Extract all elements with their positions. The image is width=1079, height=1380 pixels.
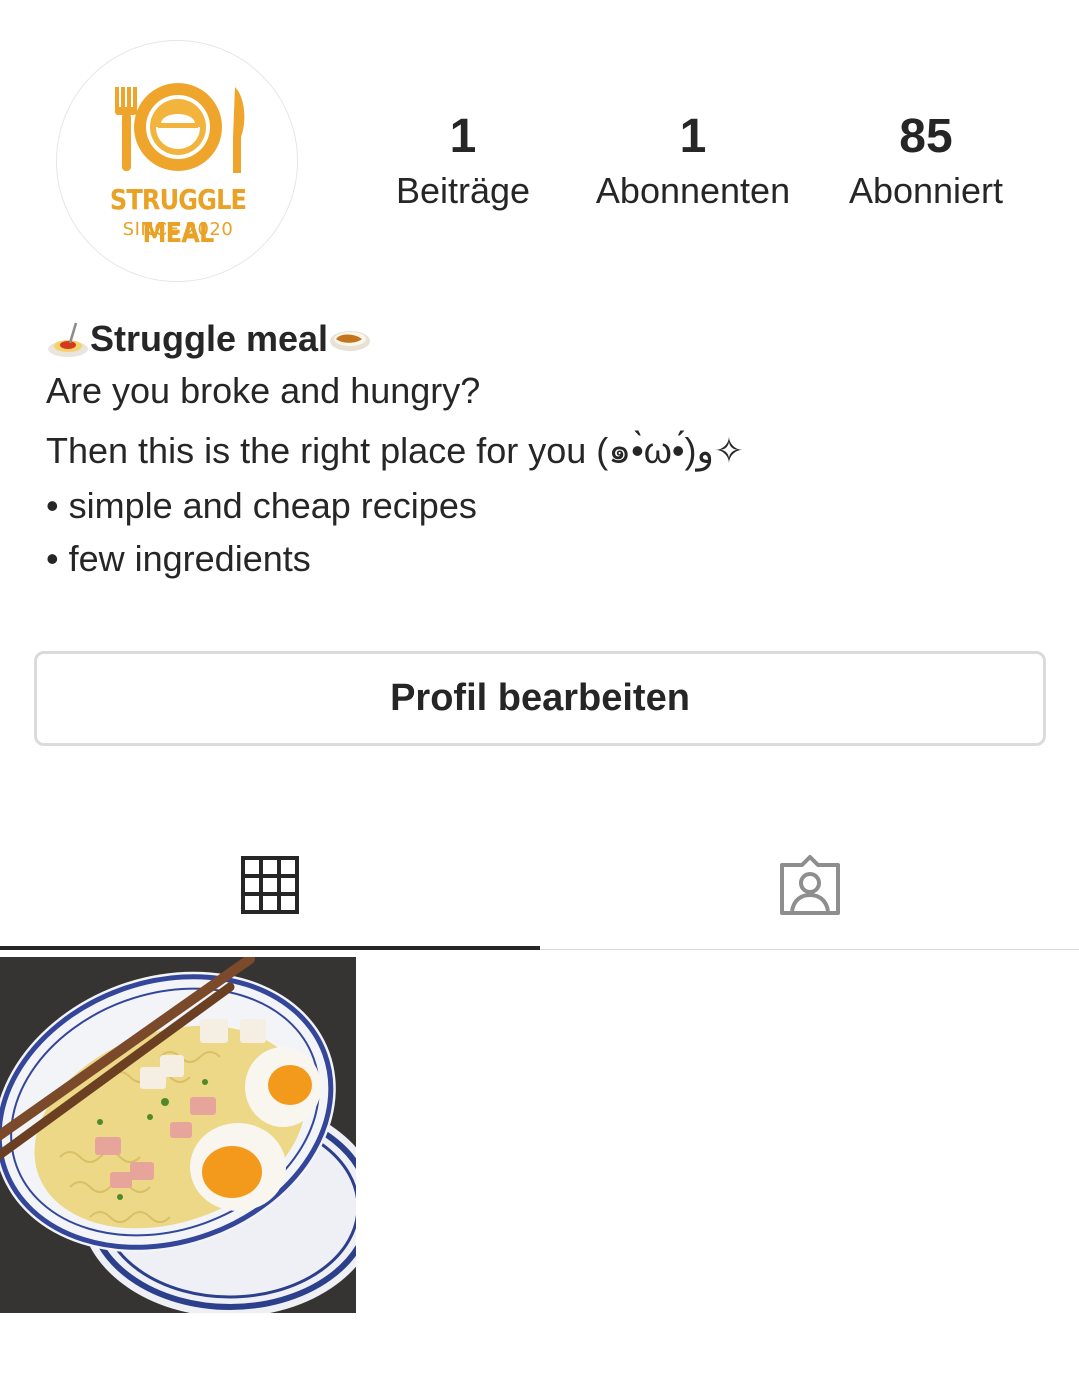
stat-posts[interactable]: 1 Beiträge [348, 108, 578, 214]
curry-rice-emoji-icon [330, 331, 371, 351]
avatar-tagline-text: SINCE 2020 [122, 219, 234, 240]
bio-line-3: • simple and cheap recipes [46, 485, 477, 526]
stat-following[interactable]: 85 Abonniert [811, 108, 1041, 214]
tagged-person-icon [779, 855, 840, 915]
ramen-bowl-photo-icon [0, 957, 356, 1313]
bio-line-2: Then this is the right place for you (๑•… [46, 430, 744, 471]
active-tab-indicator [0, 946, 540, 950]
posts-label: Beiträge [395, 170, 531, 211]
followers-label: Abonnenten [595, 170, 791, 211]
tab-tagged[interactable] [540, 820, 1079, 950]
post-thumbnail-ramen[interactable] [0, 957, 356, 1313]
edit-profile-button[interactable]: Profil bearbeiten [34, 651, 1046, 746]
profile-bio: Struggle meal Are you broke and hungry? … [46, 316, 744, 582]
profile-avatar[interactable]: STRUGGLE MEAL SINCE 2020 [56, 40, 298, 282]
posts-count: 1 [449, 110, 477, 163]
profile-name-row: Struggle meal [46, 316, 744, 362]
bio-line-4: • few ingredients [46, 538, 311, 579]
grid-icon [241, 856, 299, 914]
spaghetti-emoji-icon [48, 322, 88, 357]
stat-followers[interactable]: 1 Abonnenten [578, 108, 808, 214]
tab-posts-grid[interactable] [0, 820, 540, 950]
followers-count: 1 [679, 110, 707, 163]
following-label: Abonniert [848, 170, 1004, 211]
following-count: 85 [899, 110, 953, 163]
profile-name: Struggle meal [90, 318, 329, 359]
bio-line-1: Are you broke and hungry? [46, 370, 481, 411]
